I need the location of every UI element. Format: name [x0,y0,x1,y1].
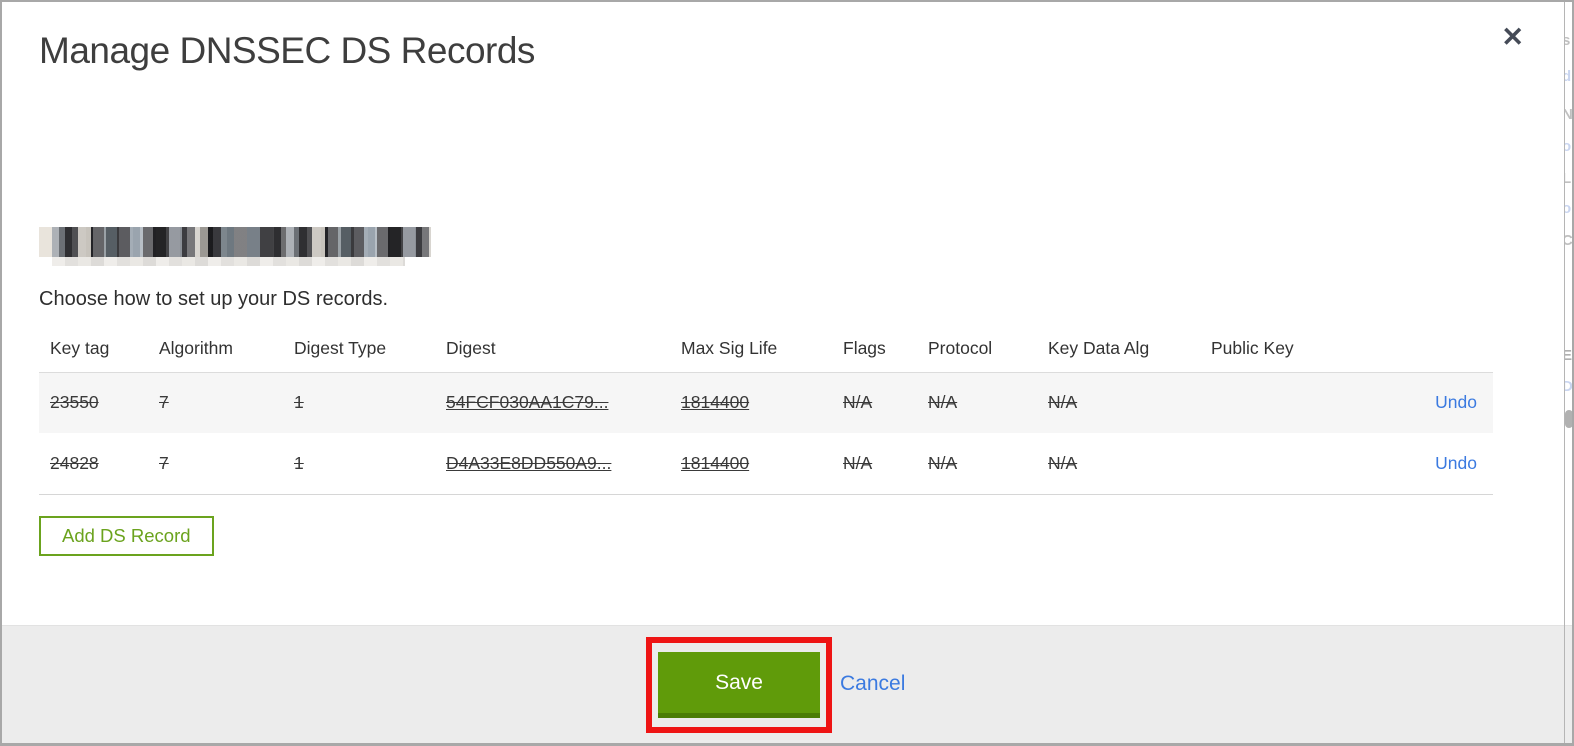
cell-max-sig-life: 1814400 [681,452,750,473]
edge-text-fragment: C [1565,232,1572,249]
cell-max-sig-life: 1814400 [681,392,750,413]
column-header-protocol: Protocol [928,338,993,358]
cell-protocol: N/A [928,392,958,413]
cell-flags: N/A [843,392,873,413]
undo-link[interactable]: Undo [1435,392,1477,412]
cell-key-tag: 23550 [50,392,99,413]
undo-link[interactable]: Undo [1435,453,1477,473]
scrollbar-thumb[interactable] [1565,410,1572,428]
ds-records-table: Key tag Algorithm Digest Type Digest Max… [39,332,1493,495]
modal-footer: Save Cancel [2,625,1572,743]
column-header-digest-type: Digest Type [294,338,387,358]
close-button[interactable]: ✕ [1501,24,1524,51]
column-header-actions [1383,332,1493,373]
column-header-public-key: Public Key [1211,338,1294,358]
edge-text-fragment: L [1565,170,1571,187]
cell-key-data-alg: N/A [1048,452,1078,473]
edge-text-fragment: E [1565,347,1572,364]
table-row: 24828 7 1 D4A33E8DD550A9... 1814400 N/A … [39,432,1493,495]
annotation-highlight-box: Save [646,637,832,733]
edge-text-fragment: s [1565,32,1570,49]
edge-text-fragment: o [1565,200,1571,217]
page-title: Manage DNSSEC DS Records [39,30,535,71]
close-icon: ✕ [1501,22,1524,52]
dnssec-modal: Manage DNSSEC DS Records ✕ Choose how to… [0,0,1574,746]
cell-digest-type: 1 [294,452,304,473]
column-header-max-sig-life: Max Sig Life [681,338,778,358]
column-header-flags: Flags [843,338,886,358]
cancel-link[interactable]: Cancel [840,672,905,696]
domain-name-redacted [39,227,431,266]
cell-digest: D4A33E8DD550A9... [446,452,612,473]
column-header-algorithm: Algorithm [159,338,233,358]
cell-algorithm: 7 [159,452,169,473]
column-header-key-data-alg: Key Data Alg [1048,338,1150,358]
cell-public-key [1211,433,1383,495]
cell-algorithm: 7 [159,392,169,413]
column-header-key-tag: Key tag [50,338,110,358]
column-header-digest: Digest [446,338,496,358]
edge-text-fragment: N [1565,106,1572,123]
table-header-row: Key tag Algorithm Digest Type Digest Max… [39,332,1493,373]
edge-text-fragment: D [1565,378,1572,395]
cell-digest-type: 1 [294,392,304,413]
cell-flags: N/A [843,452,873,473]
subtitle-text: Choose how to set up your DS records. [39,288,389,310]
cell-key-tag: 24828 [50,452,99,473]
cell-public-key [1211,373,1383,433]
edge-text-fragment: o [1565,138,1571,155]
save-button[interactable]: Save [658,652,820,718]
cell-digest: 54FCF030AA1C79... [446,392,609,413]
add-ds-record-button[interactable]: Add DS Record [39,516,214,556]
background-page-edge: s d N o L o C E D [1564,2,1572,743]
edge-text-fragment: d [1565,68,1571,85]
cell-key-data-alg: N/A [1048,392,1078,413]
cell-protocol: N/A [928,452,958,473]
table-row: 23550 7 1 54FCF030AA1C79... 1814400 N/A … [39,372,1493,433]
